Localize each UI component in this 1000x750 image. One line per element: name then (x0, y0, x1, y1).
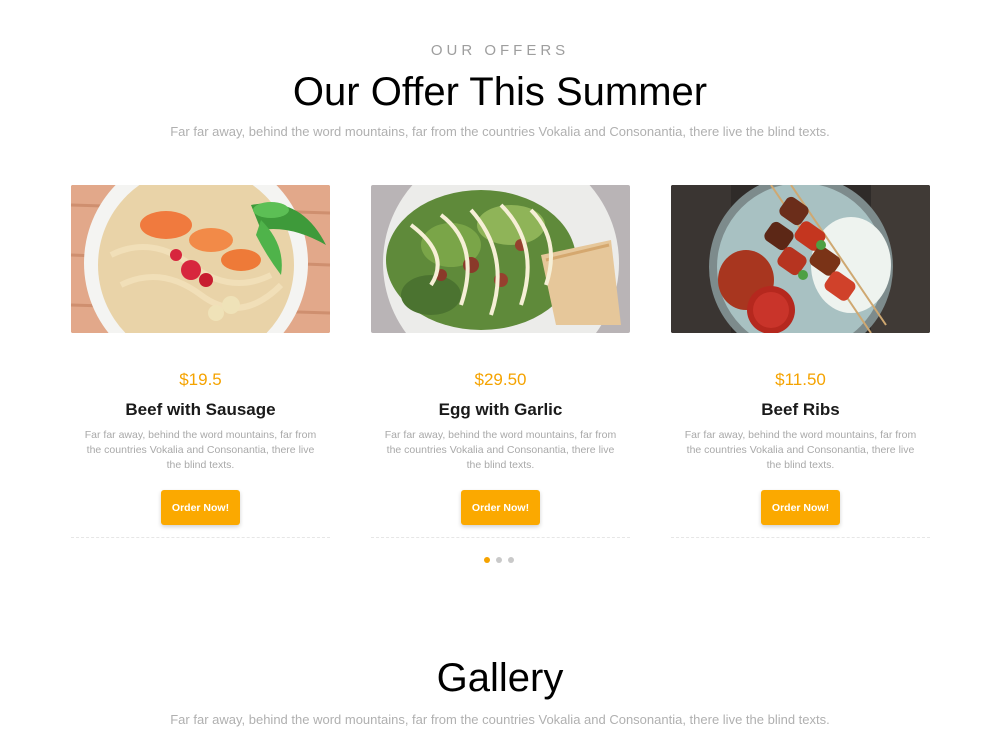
carousel-dot-2[interactable] (496, 557, 502, 563)
order-now-button[interactable]: Order Now! (161, 490, 240, 525)
dish-price: $11.50 (775, 370, 826, 389)
dish-image-skewers (671, 185, 930, 333)
section-eyebrow: OUR OFFERS (430, 42, 570, 59)
dish-description: Far far away, behind the word mountains,… (684, 429, 917, 471)
offers-section: OUR OFFERS Our Offer This Summer Far far… (0, 0, 1000, 600)
dish-description: Far far away, behind the word mountains,… (384, 429, 617, 471)
section-title: Our Offer This Summer (292, 70, 708, 114)
offer-card: $11.50 Beef Ribs Far far away, behind th… (671, 185, 930, 538)
order-now-button[interactable]: Order Now! (461, 490, 540, 525)
offer-card: $29.50 Egg with Garlic Far far away, beh… (371, 185, 630, 538)
gallery-subtitle: Far far away, behind the word mountains,… (170, 712, 830, 727)
dish-price: $29.50 (474, 370, 527, 389)
dish-price: $19.5 (179, 370, 222, 389)
gallery-title: Gallery (436, 656, 564, 700)
dish-image-caesar-salad (371, 185, 630, 333)
offer-card: $19.5 Beef with Sausage Far far away, be… (71, 185, 330, 538)
dish-name: Egg with Garlic (438, 400, 563, 419)
dish-name: Beef Ribs (761, 400, 840, 419)
dish-image-noodle-soup (71, 185, 330, 333)
carousel-dot-3[interactable] (508, 557, 514, 563)
carousel-pagination (484, 557, 524, 565)
carousel-dot-1[interactable] (484, 557, 490, 563)
dish-description: Far far away, behind the word mountains,… (84, 429, 317, 471)
order-now-button[interactable]: Order Now! (761, 490, 840, 525)
dish-name: Beef with Sausage (125, 400, 276, 419)
section-subtitle: Far far away, behind the word mountains,… (170, 124, 830, 139)
